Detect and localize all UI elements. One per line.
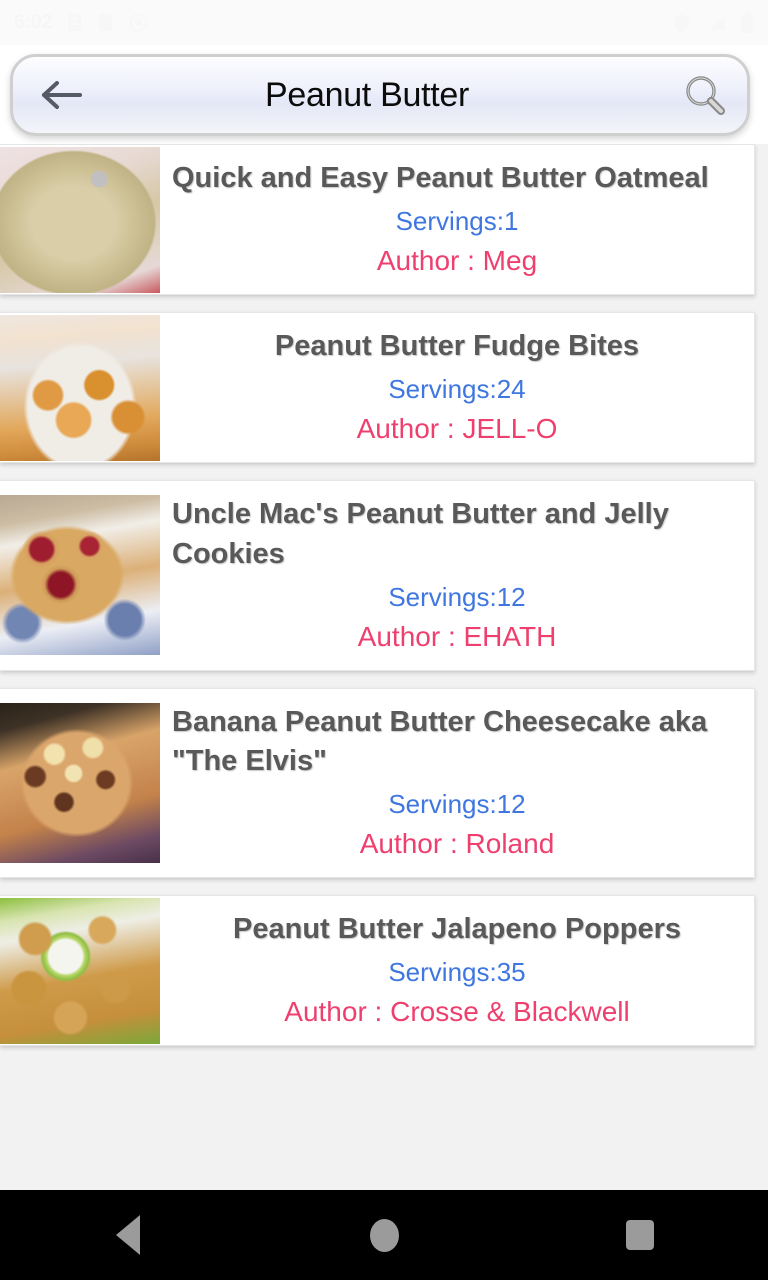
recipe-thumbnail (0, 314, 160, 461)
recipe-servings: Servings:24 (388, 374, 526, 405)
search-icon[interactable] (679, 69, 731, 121)
signal-icon (706, 13, 727, 32)
recipe-servings: Servings:35 (388, 957, 526, 988)
back-triangle-icon (116, 1215, 140, 1255)
home-circle-icon (369, 1218, 399, 1252)
nav-recents-button[interactable] (585, 1190, 695, 1280)
recents-square-icon (626, 1220, 654, 1250)
status-bar-left: 6:02 (14, 11, 149, 34)
recipe-author: Author : JELL-O (356, 413, 558, 445)
recipe-card-body: Peanut Butter Fudge Bites Servings:24 Au… (160, 313, 754, 462)
recipe-card[interactable]: Banana Peanut Butter Cheesecake aka "The… (0, 687, 755, 878)
recipe-card[interactable]: Peanut Butter Fudge Bites Servings:24 Au… (0, 312, 755, 464)
app-screen: 6:02 Peanut Butter Quick and Easy Peanut… (0, 0, 768, 1280)
recipe-title: Peanut Butter Jalapeno Poppers (233, 913, 681, 945)
recipe-thumbnail (0, 495, 160, 656)
notification-icon (66, 12, 83, 33)
android-navigation-bar (0, 1190, 768, 1280)
recipe-servings: Servings:12 (388, 789, 526, 820)
recipe-servings: Servings:1 (395, 206, 519, 237)
battery-icon (741, 11, 754, 34)
recipe-servings: Servings:12 (388, 581, 526, 612)
recipe-card-body: Banana Peanut Butter Cheesecake aka "The… (160, 689, 754, 877)
recipe-card-body: Peanut Butter Jalapeno Poppers Servings:… (160, 896, 754, 1045)
recipe-card-body: Uncle Mac's Peanut Butter and Jelly Cook… (160, 481, 754, 669)
recipe-card[interactable]: Quick and Easy Peanut Butter Oatmeal Ser… (0, 144, 755, 296)
nav-home-button[interactable] (329, 1190, 439, 1280)
recipe-title: Banana Peanut Butter Cheesecake aka "The… (172, 705, 708, 777)
recipe-thumbnail (0, 897, 160, 1044)
search-bar-container: Peanut Butter (0, 45, 768, 144)
recipe-title: Peanut Butter Fudge Bites (274, 330, 640, 363)
recipe-title: Quick and Easy Peanut Butter Oatmeal (172, 162, 709, 194)
recipe-card[interactable]: Uncle Mac's Peanut Butter and Jelly Cook… (0, 480, 755, 671)
sim-icon (97, 12, 114, 33)
recipe-author: Author : Crosse & Blackwell (284, 996, 630, 1028)
recipe-author: Author : Roland (359, 828, 555, 860)
recipe-title: Uncle Mac's Peanut Butter and Jelly Cook… (172, 498, 669, 570)
recipe-results-list[interactable]: Quick and Easy Peanut Butter Oatmeal Ser… (0, 144, 768, 1190)
back-arrow-icon[interactable] (39, 72, 85, 118)
shield-icon (671, 12, 692, 33)
recipe-card-body: Quick and Easy Peanut Butter Oatmeal Ser… (160, 145, 754, 294)
app-icon (128, 12, 149, 33)
recipe-author: Author : EHATH (357, 620, 557, 652)
search-bar[interactable]: Peanut Butter (10, 54, 750, 136)
status-clock: 6:02 (14, 11, 53, 33)
recipe-card[interactable]: Peanut Butter Jalapeno Poppers Servings:… (0, 895, 755, 1047)
recipe-thumbnail (0, 702, 160, 863)
recipe-thumbnail (0, 146, 160, 293)
search-input[interactable]: Peanut Butter (85, 76, 679, 115)
status-bar: 6:02 (0, 0, 768, 45)
nav-back-button[interactable] (73, 1190, 183, 1280)
recipe-author: Author : Meg (376, 245, 538, 277)
status-bar-right (671, 11, 754, 34)
